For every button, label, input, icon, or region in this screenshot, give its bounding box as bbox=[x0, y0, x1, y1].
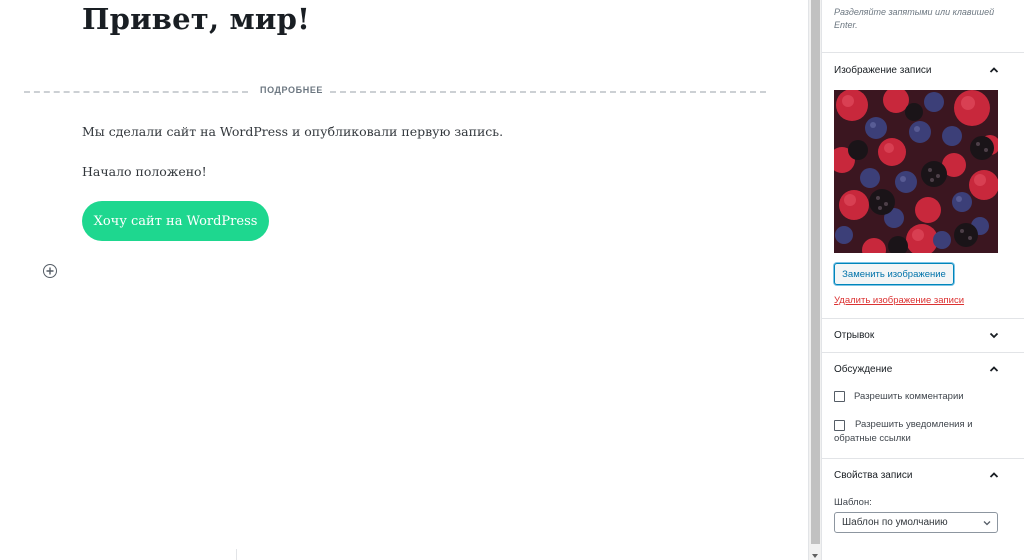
panel-toggle-post-attributes[interactable]: Свойства записи bbox=[822, 458, 1024, 492]
remove-featured-image-link[interactable]: Удалить изображение записи bbox=[834, 295, 964, 306]
berries-image bbox=[834, 90, 998, 253]
tags-help-text: Разделяйте запятыми или клавишей Enter. bbox=[834, 7, 995, 30]
panel-title: Изображение записи bbox=[834, 64, 932, 76]
allow-comments-checkbox[interactable] bbox=[834, 391, 845, 402]
scrollbar-thumb[interactable] bbox=[811, 0, 820, 544]
paragraph-block-1[interactable]: Мы сделали сайт на WordPress и опубликов… bbox=[82, 124, 503, 139]
allow-comments-row[interactable]: Разрешить комментарии bbox=[834, 390, 964, 404]
chevron-up-icon bbox=[989, 364, 999, 374]
chevron-up-icon bbox=[989, 470, 999, 480]
editor-scrollbar[interactable] bbox=[808, 0, 821, 560]
allow-pings-label[interactable]: Разрешить уведомления и обратные ссылки bbox=[834, 418, 984, 446]
chevron-down-icon bbox=[983, 521, 991, 526]
divider bbox=[236, 549, 237, 560]
chevron-up-icon bbox=[989, 65, 999, 75]
panel-title: Обсуждение bbox=[834, 363, 893, 375]
paragraph-block-2[interactable]: Начало положено! bbox=[82, 164, 207, 179]
settings-sidebar: Разделяйте запятыми или клавишей Enter. … bbox=[821, 0, 1024, 560]
panel-title: Отрывок bbox=[834, 329, 875, 341]
panel-toggle-featured-image[interactable]: Изображение записи bbox=[822, 53, 1024, 87]
plus-circle-icon bbox=[46, 267, 54, 275]
panel-toggle-discussion[interactable]: Обсуждение bbox=[822, 352, 1024, 386]
more-block[interactable]: ПОДРОБНЕЕ bbox=[24, 84, 766, 98]
more-divider-left bbox=[24, 91, 248, 93]
scroll-down-arrow-icon[interactable] bbox=[812, 554, 818, 558]
template-label: Шаблон: bbox=[834, 497, 872, 508]
allow-comments-label: Разрешить комментарии bbox=[854, 391, 964, 402]
chevron-down-icon bbox=[989, 330, 999, 340]
template-select-value: Шаблон по умолчанию bbox=[842, 517, 948, 528]
featured-image[interactable] bbox=[834, 90, 998, 253]
panel-toggle-excerpt[interactable]: Отрывок bbox=[822, 318, 1024, 352]
cta-button-block[interactable]: Хочу сайт на WordPress bbox=[82, 201, 269, 241]
panel-title: Свойства записи bbox=[834, 469, 913, 481]
replace-image-button[interactable]: Заменить изображение bbox=[834, 263, 954, 285]
more-divider-right bbox=[330, 91, 766, 93]
editor-canvas: Привет, мир! ПОДРОБНЕЕ Мы сделали сайт н… bbox=[0, 0, 808, 560]
post-title[interactable]: Привет, мир! bbox=[82, 2, 310, 36]
block-inserter-button[interactable] bbox=[43, 264, 57, 278]
more-label: ПОДРОБНЕЕ bbox=[260, 85, 324, 95]
template-select[interactable]: Шаблон по умолчанию bbox=[834, 512, 998, 533]
